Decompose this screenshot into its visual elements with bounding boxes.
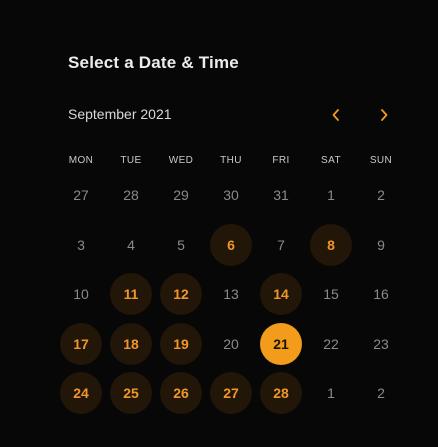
unavailable-date: 31 bbox=[273, 187, 289, 203]
unavailable-date: 1 bbox=[327, 385, 335, 402]
unavailable-date: 30 bbox=[223, 187, 239, 203]
available-date-button[interactable]: 25 bbox=[110, 372, 152, 415]
weekday-label-thu: THU bbox=[220, 155, 242, 166]
unavailable-date: 1 bbox=[327, 187, 335, 203]
available-date-button[interactable]: 28 bbox=[260, 372, 302, 415]
weekday-label-sat: SAT bbox=[321, 155, 341, 166]
unavailable-date: 10 bbox=[73, 286, 89, 303]
month-navigation: September 2021 bbox=[68, 104, 398, 126]
weekday-label-fri: FRI bbox=[272, 155, 290, 166]
unavailable-date: 2 bbox=[377, 385, 385, 402]
available-date-button[interactable]: 18 bbox=[110, 322, 152, 365]
unavailable-date: 5 bbox=[177, 236, 185, 253]
weekday-label-tue: TUE bbox=[120, 155, 142, 166]
available-date-button[interactable]: 6 bbox=[210, 223, 252, 266]
unavailable-date: 16 bbox=[373, 286, 389, 303]
chevron-left-icon bbox=[332, 109, 339, 121]
available-date-button[interactable]: 12 bbox=[160, 273, 202, 316]
previous-month-button[interactable] bbox=[325, 104, 347, 126]
weekday-header: MON TUE WED THU FRI SAT SUN bbox=[56, 155, 406, 169]
unavailable-date: 4 bbox=[127, 236, 135, 253]
available-date-button[interactable]: 19 bbox=[160, 322, 202, 365]
unavailable-date: 22 bbox=[323, 335, 339, 352]
unavailable-date: 23 bbox=[373, 335, 389, 352]
unavailable-date: 9 bbox=[377, 236, 385, 253]
unavailable-date: 28 bbox=[123, 187, 139, 203]
available-date-button[interactable]: 11 bbox=[110, 273, 152, 316]
next-month-button[interactable] bbox=[373, 104, 395, 126]
unavailable-date: 13 bbox=[223, 286, 239, 303]
unavailable-date: 20 bbox=[223, 335, 239, 352]
unavailable-date: 27 bbox=[73, 187, 89, 203]
chevron-right-icon bbox=[381, 109, 388, 121]
unavailable-date: 15 bbox=[323, 286, 339, 303]
available-date-button[interactable]: 14 bbox=[260, 273, 302, 316]
unavailable-date: 3 bbox=[77, 236, 85, 253]
month-label: September 2021 bbox=[68, 106, 172, 122]
date-time-picker: Select a Date & Time September 2021 MON T… bbox=[0, 0, 438, 447]
page-title: Select a Date & Time bbox=[68, 53, 239, 72]
unavailable-date: 7 bbox=[277, 236, 285, 253]
unavailable-date: 29 bbox=[173, 187, 189, 203]
available-date-button[interactable]: 27 bbox=[210, 372, 252, 415]
weekday-label-wed: WED bbox=[168, 155, 194, 166]
available-date-button[interactable]: 24 bbox=[60, 372, 102, 415]
weekday-label-mon: MON bbox=[68, 155, 94, 166]
available-date-button[interactable]: 26 bbox=[160, 372, 202, 415]
available-date-button[interactable]: 17 bbox=[60, 322, 102, 365]
weekday-label-sun: SUN bbox=[369, 155, 393, 166]
available-date-button[interactable]: 8 bbox=[310, 223, 352, 266]
unavailable-date: 2 bbox=[377, 187, 385, 203]
calendar-grid: 27 28 29 30 31 1 2 3 4 5 6 7 8 9 10 11 12 13 14 15 16 17 18 19 2… bbox=[56, 170, 406, 420]
selected-date-button[interactable]: 21 bbox=[260, 322, 302, 365]
